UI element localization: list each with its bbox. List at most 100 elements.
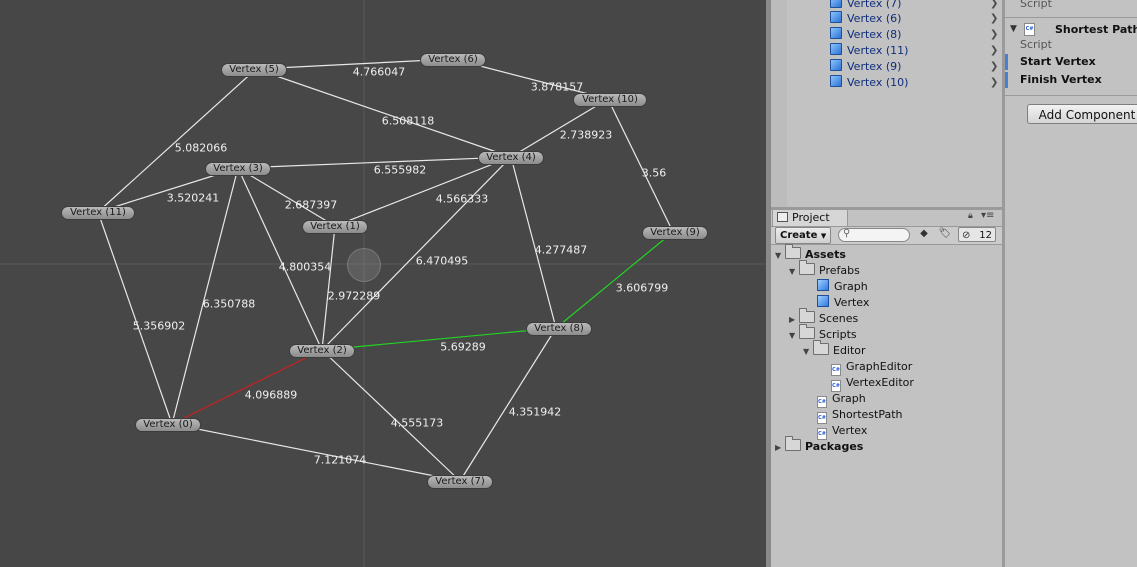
tree-label: Prefabs (819, 264, 860, 277)
hierarchy-gutter (771, 0, 787, 207)
tree-item-vertexeditor-script[interactable]: C# VertexEditor (831, 375, 914, 392)
edge-weight-label: 2.972289 (327, 289, 381, 303)
chevron-right-icon[interactable]: ❯ (990, 75, 998, 91)
vertex-node[interactable]: Vertex (2) (289, 344, 355, 358)
tree-item-vertex-prefab[interactable]: Vertex (817, 295, 869, 311)
edge-weight-label: 5.356902 (132, 319, 186, 333)
filter-by-type-icon[interactable]: ◆ (916, 228, 932, 239)
prefab-cube-icon (817, 279, 829, 291)
vertex-node[interactable]: Vertex (5) (221, 63, 287, 77)
tree-item-graph-script[interactable]: C# Graph (817, 391, 866, 408)
start-vertex-label: Start Vertex (1020, 55, 1096, 68)
hierarchy-item-label: Vertex (8) (847, 28, 902, 41)
lock-icon[interactable]: 🔒︎ (968, 211, 973, 221)
chevron-right-icon[interactable]: ❯ (990, 27, 998, 43)
chevron-right-icon[interactable]: ❯ (990, 11, 998, 27)
hierarchy-item[interactable]: Vertex (11) (830, 43, 908, 59)
project-tab-icon (777, 212, 788, 222)
graph-edge (607, 98, 674, 233)
chevron-right-icon[interactable]: ❯ (990, 43, 998, 59)
expanded-arrow-icon[interactable]: ▼ (775, 248, 785, 264)
collapsed-arrow-icon[interactable]: ▶ (789, 312, 799, 328)
tree-label: Packages (805, 440, 864, 453)
hierarchy-item-label: Vertex (10) (847, 76, 909, 89)
edge-weight-label: 3.606799 (615, 281, 669, 295)
tree-folder-prefabs[interactable]: ▼ Prefabs (789, 260, 860, 280)
tree-folder-packages[interactable]: ▶ Packages (775, 436, 864, 456)
vertex-node[interactable]: Vertex (4) (478, 151, 544, 165)
graph-edge (171, 349, 323, 425)
edge-weight-label: 2.687397 (284, 198, 338, 212)
vertex-node[interactable]: Vertex (3) (205, 162, 271, 176)
script-field-label: Script (1020, 0, 1052, 10)
hierarchy-item[interactable]: Vertex (9) (830, 59, 901, 75)
prefab-cube-icon (830, 59, 842, 71)
tree-item-graph-prefab[interactable]: Graph (817, 279, 868, 295)
panel-menu-icon[interactable]: ▾≡ (981, 210, 994, 221)
edge-weight-label: 6.470495 (415, 254, 469, 268)
prefab-cube-icon (830, 27, 842, 39)
tree-label: Graph (832, 392, 866, 405)
vertex-node[interactable]: Vertex (7) (427, 475, 493, 489)
vertex-node[interactable]: Vertex (11) (61, 206, 135, 220)
tree-item-grapheditor-script[interactable]: C# GraphEditor (831, 359, 912, 376)
tree-label: Assets (805, 248, 846, 261)
vertex-node[interactable]: Vertex (8) (526, 322, 592, 336)
search-input[interactable]: ⚲ (838, 228, 910, 242)
tree-item-vertex-script[interactable]: C# Vertex (817, 423, 867, 440)
vertex-node[interactable]: Vertex (0) (135, 418, 201, 432)
prefab-cube-icon (830, 43, 842, 55)
chevron-right-icon[interactable]: ❯ (990, 59, 998, 75)
prefab-cube-icon (817, 295, 829, 307)
hierarchy-item[interactable]: Vertex (10) (830, 75, 908, 91)
hidden-packages-toggle[interactable]: ⊘ 12 (958, 227, 996, 242)
hierarchy-item[interactable]: Vertex (8) (830, 27, 901, 43)
tree-folder-assets[interactable]: ▼ Assets (775, 244, 846, 264)
tree-folder-scripts[interactable]: ▼ Scripts (789, 324, 857, 344)
csharp-script-icon: C# (1024, 23, 1035, 36)
vertex-node[interactable]: Vertex (10) (573, 93, 647, 107)
edge-weight-label: 6.555982 (373, 163, 427, 177)
tree-folder-editor[interactable]: ▼ Editor (803, 340, 866, 360)
filter-by-label-icon[interactable]: 🏷︎ (937, 228, 953, 239)
graph-edge (97, 211, 173, 425)
dropdown-arrow-icon: ▼ (820, 232, 827, 240)
create-button[interactable]: Create ▼ (775, 227, 832, 244)
hierarchy-item-label: Vertex (9) (847, 60, 902, 73)
add-component-button[interactable]: Add Component (1027, 104, 1137, 124)
tree-label: Vertex (834, 296, 870, 309)
expanded-arrow-icon[interactable]: ▼ (789, 328, 799, 344)
create-button-label: Create (780, 230, 818, 241)
expanded-arrow-icon[interactable]: ▼ (789, 264, 799, 280)
vertex-node[interactable]: Vertex (1) (302, 220, 368, 234)
edge-weight-label: 4.566333 (435, 192, 489, 206)
vertex-node[interactable]: Vertex (9) (642, 226, 708, 240)
folder-icon (799, 308, 815, 323)
edge-weight-label: 3.56 (641, 166, 667, 180)
collapsed-arrow-icon[interactable]: ▶ (775, 440, 785, 456)
tab-project[interactable]: Project (772, 209, 848, 226)
edge-weight-label: 4.555173 (390, 416, 444, 430)
scene-view[interactable]: 4.766047 3.878157 5.082066 6.508118 2.738923… (0, 0, 766, 567)
vertex-node[interactable]: Vertex (6) (420, 53, 486, 67)
tab-project-label: Project (792, 211, 830, 224)
move-handle[interactable] (347, 248, 381, 282)
component-title[interactable]: Shortest Path (1055, 23, 1137, 36)
hierarchy-item[interactable]: Vertex (6) (830, 11, 901, 27)
folder-icon (799, 324, 815, 339)
expanded-arrow-icon[interactable]: ▼ (803, 344, 813, 360)
graph-edge (321, 327, 557, 351)
graph-edge (237, 167, 336, 227)
edge-weight-label: 3.520241 (166, 191, 220, 205)
edge-weight-label: 7.121074 (313, 453, 367, 467)
tree-label: Graph (834, 280, 868, 293)
folder-icon (813, 340, 829, 355)
edge-weight-label: 4.096889 (244, 388, 298, 402)
component-foldout-icon[interactable]: ▼ (1010, 24, 1017, 34)
prefab-cube-icon (830, 0, 842, 8)
edge-weight-label: 3.878157 (530, 80, 584, 94)
tree-item-shortestpath-script[interactable]: C# ShortestPath (817, 407, 903, 424)
component-script-label: Script (1020, 38, 1052, 51)
graph-edge (321, 225, 336, 351)
search-icon: ⚲ (843, 228, 851, 239)
